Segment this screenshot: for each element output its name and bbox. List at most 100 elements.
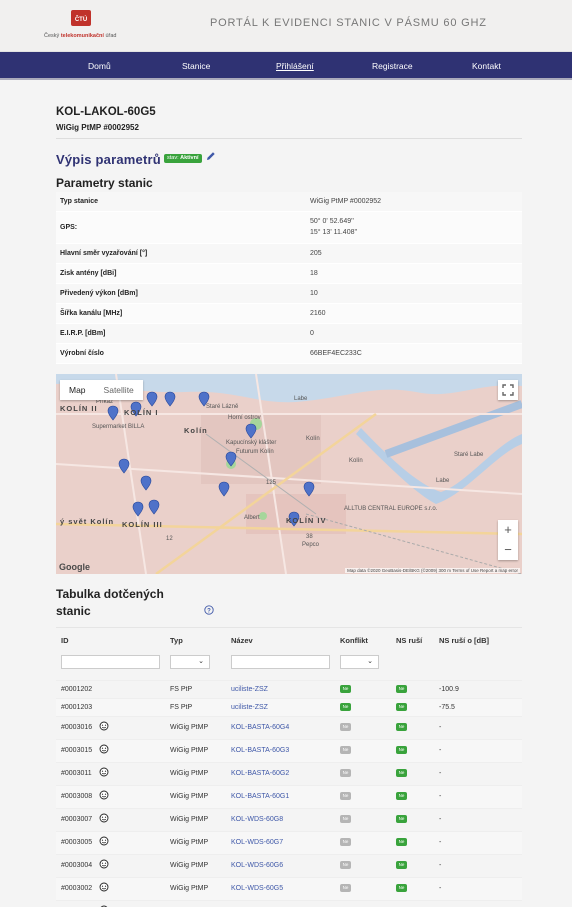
row-type: WiGig PtMP	[170, 816, 209, 823]
owner-face-icon	[99, 767, 109, 777]
nav-item-register[interactable]: Registrace	[372, 61, 413, 71]
row-type: WiGig PtMP	[170, 770, 209, 777]
row-name-link[interactable]: KOL-WDS-60G8	[231, 816, 283, 823]
row-type: WiGig PtMP	[170, 885, 209, 892]
map-canvas[interactable]	[56, 374, 522, 574]
row-db: -75.5	[439, 704, 455, 711]
nav-item-stations[interactable]: Stanice	[182, 61, 210, 71]
map-label: Labe	[294, 396, 308, 402]
column-header-ns-db[interactable]: NS ruší o [dB]	[439, 636, 489, 645]
nav-item-home[interactable]: Domů	[88, 61, 111, 71]
main-content: KOL-LAKOL-60G5 WiGig PtMP #0002952 Výpis…	[0, 80, 572, 907]
conflict-badge: Ne	[340, 838, 351, 846]
column-header-ns[interactable]: NS ruší	[396, 636, 422, 645]
site-header: ČTÚ Český telekomunikační úřad PORTÁL K …	[0, 0, 572, 52]
row-name-link[interactable]: uciliste-ZSZ	[231, 686, 268, 693]
ctu-logo[interactable]: ČTÚ Český telekomunikační úřad	[44, 9, 124, 47]
map-type-toggle: Map Satellite	[60, 380, 143, 400]
row-name-link[interactable]: uciliste-ZSZ	[231, 704, 268, 711]
owner-face-icon	[99, 882, 109, 892]
station-title: KOL-LAKOL-60G5	[56, 106, 156, 118]
table-row: #0003007 WiGig PtMP KOL-WDS-60G8 Ne Ne -	[56, 808, 522, 831]
ns-badge: Ne	[396, 723, 407, 731]
map-label: 125	[266, 480, 277, 486]
conflict-filter-select[interactable]: ⌄	[340, 655, 379, 669]
id-filter-input[interactable]	[61, 655, 160, 669]
map-attribution[interactable]: Map data ©2020 GeoBasis-DE/BKG (©2009) 3…	[345, 568, 520, 573]
pencil-icon[interactable]	[206, 151, 216, 161]
row-name-link[interactable]: KOL-BASTA-60G4	[231, 724, 289, 731]
nav-item-login[interactable]: Přihlášení	[276, 61, 314, 71]
param-value: 18	[310, 270, 318, 277]
map-label: 38	[306, 534, 313, 540]
main-nav: Domů Stanice Přihlášení Registrace Konta…	[0, 52, 572, 80]
table-row: #0003015 WiGig PtMP KOL-BASTA-60G3 Ne Ne -	[56, 739, 522, 762]
row-db: -	[439, 770, 442, 777]
column-header-id[interactable]: ID	[61, 636, 69, 645]
conflict-badge: Ne	[340, 815, 351, 823]
chevron-down-icon: ⌄	[198, 658, 204, 665]
owner-face-icon	[99, 721, 109, 731]
nav-item-contact[interactable]: Kontakt	[472, 61, 501, 71]
row-id: #0003007	[61, 816, 93, 823]
map-label: KOLÍN III	[122, 520, 163, 529]
map-label: Horní ostrov	[228, 415, 261, 421]
name-filter-input[interactable]	[231, 655, 330, 669]
ns-badge: Ne	[396, 769, 407, 777]
row-id: #0003002	[61, 885, 93, 892]
map-label: Staré Labe	[454, 452, 484, 458]
row-name-link[interactable]: KOL-WDS-60G7	[231, 839, 283, 846]
row-db: -	[439, 724, 442, 731]
conflict-badge: Ne	[340, 861, 351, 869]
svg-text:?: ?	[207, 608, 211, 614]
ns-badge: Ne	[396, 746, 407, 754]
divider	[56, 138, 522, 139]
param-key: Výrobní číslo	[60, 350, 104, 357]
param-key: Typ stanice	[60, 198, 98, 205]
row-name-link[interactable]: KOL-BASTA-60G3	[231, 747, 289, 754]
row-name-link[interactable]: KOL-WDS-60G6	[231, 862, 283, 869]
row-type: FS PtP	[170, 686, 193, 693]
param-row: Hlavní směr vyzařování [°] 205	[56, 244, 522, 264]
table-row: #0003002 WiGig PtMP KOL-WDS-60G5 Ne Ne -	[56, 877, 522, 900]
column-header-conflict[interactable]: Konflikt	[340, 636, 368, 645]
param-key: Zisk antény [dBi]	[60, 270, 117, 277]
logo-text: Český telekomunikační úřad	[44, 33, 117, 39]
row-id: #0003011	[61, 770, 92, 777]
table-row: #0003001WiGig PtMPKOL-WDS-60G4NeNe-	[56, 900, 522, 907]
row-type: WiGig PtMP	[170, 793, 209, 800]
row-name-link[interactable]: KOL-BASTA-60G2	[231, 770, 289, 777]
table-row: #0003004 WiGig PtMP KOL-WDS-60G6 Ne Ne -	[56, 854, 522, 877]
conflict-badge: Ne	[340, 746, 351, 754]
station-map[interactable]: KOLÍN II Příkaz KOLÍN I Kolín Supermarke…	[56, 374, 522, 574]
map-label: KOLÍN II	[60, 404, 98, 413]
row-id: #0001203	[61, 704, 93, 711]
type-filter-select[interactable]: ⌄	[170, 655, 210, 669]
conflict-badge: Ne	[340, 792, 351, 800]
row-db: -	[439, 885, 442, 892]
question-circle-icon[interactable]: ?	[204, 605, 214, 615]
row-name-link[interactable]: KOL-WDS-60G5	[231, 885, 283, 892]
column-header-type[interactable]: Typ	[170, 636, 183, 645]
row-name-link[interactable]: KOL-BASTA-60G1	[231, 793, 289, 800]
ns-badge: Ne	[396, 884, 407, 892]
row-type: WiGig PtMP	[170, 724, 209, 731]
map-label: Pepco	[302, 542, 320, 548]
param-value: 50° 0' 52.649''	[310, 218, 354, 225]
param-row: Typ stanice WiGig PtMP #0002952	[56, 192, 522, 212]
zoom-in-button[interactable]: +	[498, 520, 518, 540]
affected-table-heading: Tabulka dotčených stanic	[56, 587, 164, 618]
google-logo[interactable]: Google	[59, 562, 90, 572]
logo-abbr: ČTÚ	[75, 16, 87, 23]
table-row: #0003011 WiGig PtMP KOL-BASTA-60G2 Ne Ne -	[56, 762, 522, 785]
table-row: #0003016 WiGig PtMP KOL-BASTA-60G4 Ne Ne -	[56, 716, 522, 739]
params-table: Typ stanice WiGig PtMP #0002952 GPS: 50°…	[56, 192, 522, 364]
zoom-out-button[interactable]: −	[498, 540, 518, 560]
satellite-button[interactable]: Satellite	[95, 380, 143, 400]
map-label: Supermarket BILLA	[92, 424, 145, 430]
fullscreen-button[interactable]	[498, 380, 518, 400]
map-button[interactable]: Map	[60, 380, 95, 400]
column-header-name[interactable]: Název	[231, 636, 253, 645]
param-key: Šířka kanálu [MHz]	[60, 310, 123, 317]
row-id: #0003015	[61, 747, 93, 754]
